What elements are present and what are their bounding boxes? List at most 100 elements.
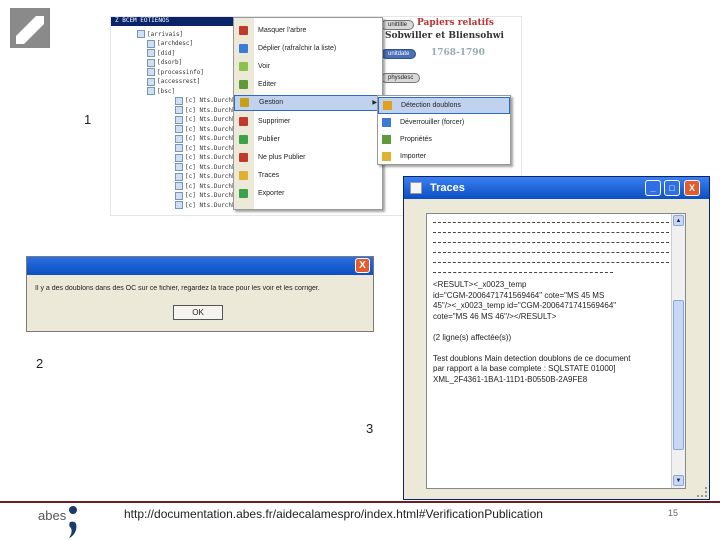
menu-item-exporter[interactable]: Exporter <box>234 186 382 202</box>
menu-item-supprimer[interactable]: Supprimer <box>234 113 382 129</box>
tree-item-label: [archdesc] <box>157 40 194 47</box>
delete-icon <box>239 116 248 126</box>
tag-unittitle[interactable]: unittitle <box>381 20 415 30</box>
tree-item-label: [c] Nts.Durchhe <box>185 182 240 190</box>
menu-item-label: Editer <box>258 81 277 89</box>
menu-item-masquer-l-arbre[interactable]: Masquer l'arbre <box>234 22 382 38</box>
tree-item[interactable]: [c] Nts.Durchhe <box>175 143 239 153</box>
menu-item-gestion[interactable]: Gestion ▶ <box>234 94 382 111</box>
submenu-item-detect[interactable]: Détection doublons <box>378 97 510 114</box>
tree-item-label: [c] Nts.Durchhe <box>185 192 240 199</box>
tree-item[interactable]: [processinfo] <box>147 67 204 77</box>
submenu-item-properties[interactable]: Propriétés <box>378 131 510 148</box>
properties-icon <box>382 135 391 144</box>
tree-item[interactable]: [c] Nts.Durchhe <box>175 105 239 115</box>
trace-line: cote="MS 46 MS 46"/></RESULT> <box>433 311 557 321</box>
tree-node-icon <box>147 77 155 86</box>
submenu-item-import[interactable]: Importer <box>378 148 510 165</box>
trace-separator <box>433 252 669 253</box>
tree-node-icon <box>175 144 183 152</box>
tree-node-icon <box>147 49 155 57</box>
tree-item-label: [c] Nts.Durchhe <box>185 163 240 171</box>
tree-item[interactable]: [c] Nts.Durchhe <box>175 124 239 134</box>
resize-grip-icon[interactable] <box>697 487 707 497</box>
menu-item-traces[interactable]: Traces <box>234 168 382 184</box>
trace-separator <box>433 242 669 243</box>
dialog-close-button[interactable]: X <box>355 258 370 273</box>
tree-item[interactable]: [c] Nts.Durchhe <box>175 172 239 182</box>
submenu-item-label: Propriétés <box>400 136 432 143</box>
tree-item-label: [c] Nts.Durchhe <box>185 154 240 161</box>
tree-node-icon <box>175 106 183 114</box>
submenu-item-label: Détection doublons <box>401 102 461 109</box>
scroll-up-icon[interactable]: ▲ <box>673 215 684 226</box>
tree-item[interactable]: [c] Nts.Durchhe <box>175 134 239 144</box>
tree-item[interactable]: [archdesc] <box>147 39 193 49</box>
minimize-button[interactable]: _ <box>645 180 661 196</box>
abes-semicolon-icon <box>69 506 77 538</box>
tag-unitdate[interactable]: unitdate <box>381 49 417 59</box>
abes-logo: abes <box>38 508 67 523</box>
tree-item[interactable]: [c] Nts.Durchhe <box>175 153 239 163</box>
tree-node-icon <box>175 191 183 200</box>
scroll-down-icon[interactable]: ▼ <box>673 475 684 486</box>
doc-title-2: Sobwiller et Bliensohwi <box>385 31 504 41</box>
tree-item[interactable]: [c] Nts.Durchhe <box>175 162 239 172</box>
menu-item-d-plier-rafra-chir-la-liste-[interactable]: Déplier (rafraîchir la liste) <box>234 40 382 56</box>
trace-separator <box>433 232 669 233</box>
tree-item[interactable]: [accessrest] <box>147 77 200 87</box>
doc-date: 1768-1790 <box>431 48 485 58</box>
menu-item-publier[interactable]: Publier <box>234 131 382 147</box>
dialog-ok-button[interactable]: OK <box>173 305 223 320</box>
tree-node-icon <box>175 153 183 162</box>
tree-item[interactable]: [c] Nts.Durchhe <box>175 200 239 210</box>
maximize-button[interactable]: □ <box>664 180 680 196</box>
tree-item[interactable]: [c] Nts.Durchhe <box>175 115 239 125</box>
menu-item-voir[interactable]: Voir <box>234 58 382 74</box>
menu-item-ne-plus-publier[interactable]: Ne plus Publier <box>234 149 382 165</box>
tree-item[interactable]: [dsorb] <box>147 58 182 68</box>
tree-item[interactable]: [bsc] <box>147 86 175 96</box>
menu-item-label: Masquer l'arbre <box>258 26 307 34</box>
menu-item-label: Publier <box>258 135 280 143</box>
tree-item[interactable]: [c] Nts.Durchhe <box>175 191 239 201</box>
tree-item-label: [c] Nts.Durchhe <box>185 125 240 133</box>
trace-separator <box>433 262 669 263</box>
tree-node-icon <box>175 96 183 105</box>
tree-node-icon <box>147 58 155 67</box>
tree-item[interactable]: [arrivais] <box>137 29 183 39</box>
corner-logo <box>10 8 50 48</box>
menu-item-label: Déplier (rafraîchir la liste) <box>258 44 337 52</box>
tree-item-label: [arrivais] <box>147 30 184 38</box>
trace-line: (2 ligne(s) affectée(s)) <box>433 332 512 342</box>
footer-url[interactable]: http://documentation.abes.fr/aidecalames… <box>124 507 543 521</box>
scroll-thumb[interactable] <box>673 300 684 450</box>
tree-item-label: [processinfo] <box>157 68 204 76</box>
tree-item[interactable]: [did] <box>147 48 175 58</box>
tree-item[interactable]: [c] Nts.Durchhe <box>175 96 239 106</box>
menu-item-label: Traces <box>258 172 280 180</box>
traces-textarea[interactable]: <RESULT><_x0023_temp id="CGM-200647174156… <box>426 213 686 489</box>
footer-divider <box>0 501 720 503</box>
dialog-message: Il y a des doublons dans des OC sur ce f… <box>35 285 320 292</box>
menu-item-editer[interactable]: Editer <box>234 77 382 93</box>
tree-node-icon <box>137 30 145 38</box>
submenu-item-unlock[interactable]: Déverrouiller (forcer) <box>378 114 510 131</box>
tree-item[interactable]: [c] Nts.Durchhe <box>175 181 239 191</box>
tree-node-icon <box>175 134 183 143</box>
menu-item-label: Gestion <box>259 99 284 107</box>
submenu-item-label: Importer <box>400 153 427 160</box>
tree-node-icon <box>175 163 183 171</box>
tree-header: Ž BCEM EOTIENOS <box>111 17 233 26</box>
tree-item-label: [accessrest] <box>157 78 201 85</box>
tree-item-label: [c] Nts.Durchhe <box>185 116 240 123</box>
close-red-icon <box>239 25 248 35</box>
close-button[interactable]: X <box>684 180 700 196</box>
tag-physdesc[interactable]: physdesc <box>381 73 421 83</box>
tree-node-icon <box>175 125 183 133</box>
traces-title: Traces <box>430 182 465 194</box>
traces-scrollbar[interactable]: ▲ ▼ <box>671 214 685 488</box>
edit-icon <box>239 80 248 90</box>
submenu-item-label: Déverrouiller (forcer) <box>400 119 465 126</box>
tree-node-icon <box>175 115 183 124</box>
